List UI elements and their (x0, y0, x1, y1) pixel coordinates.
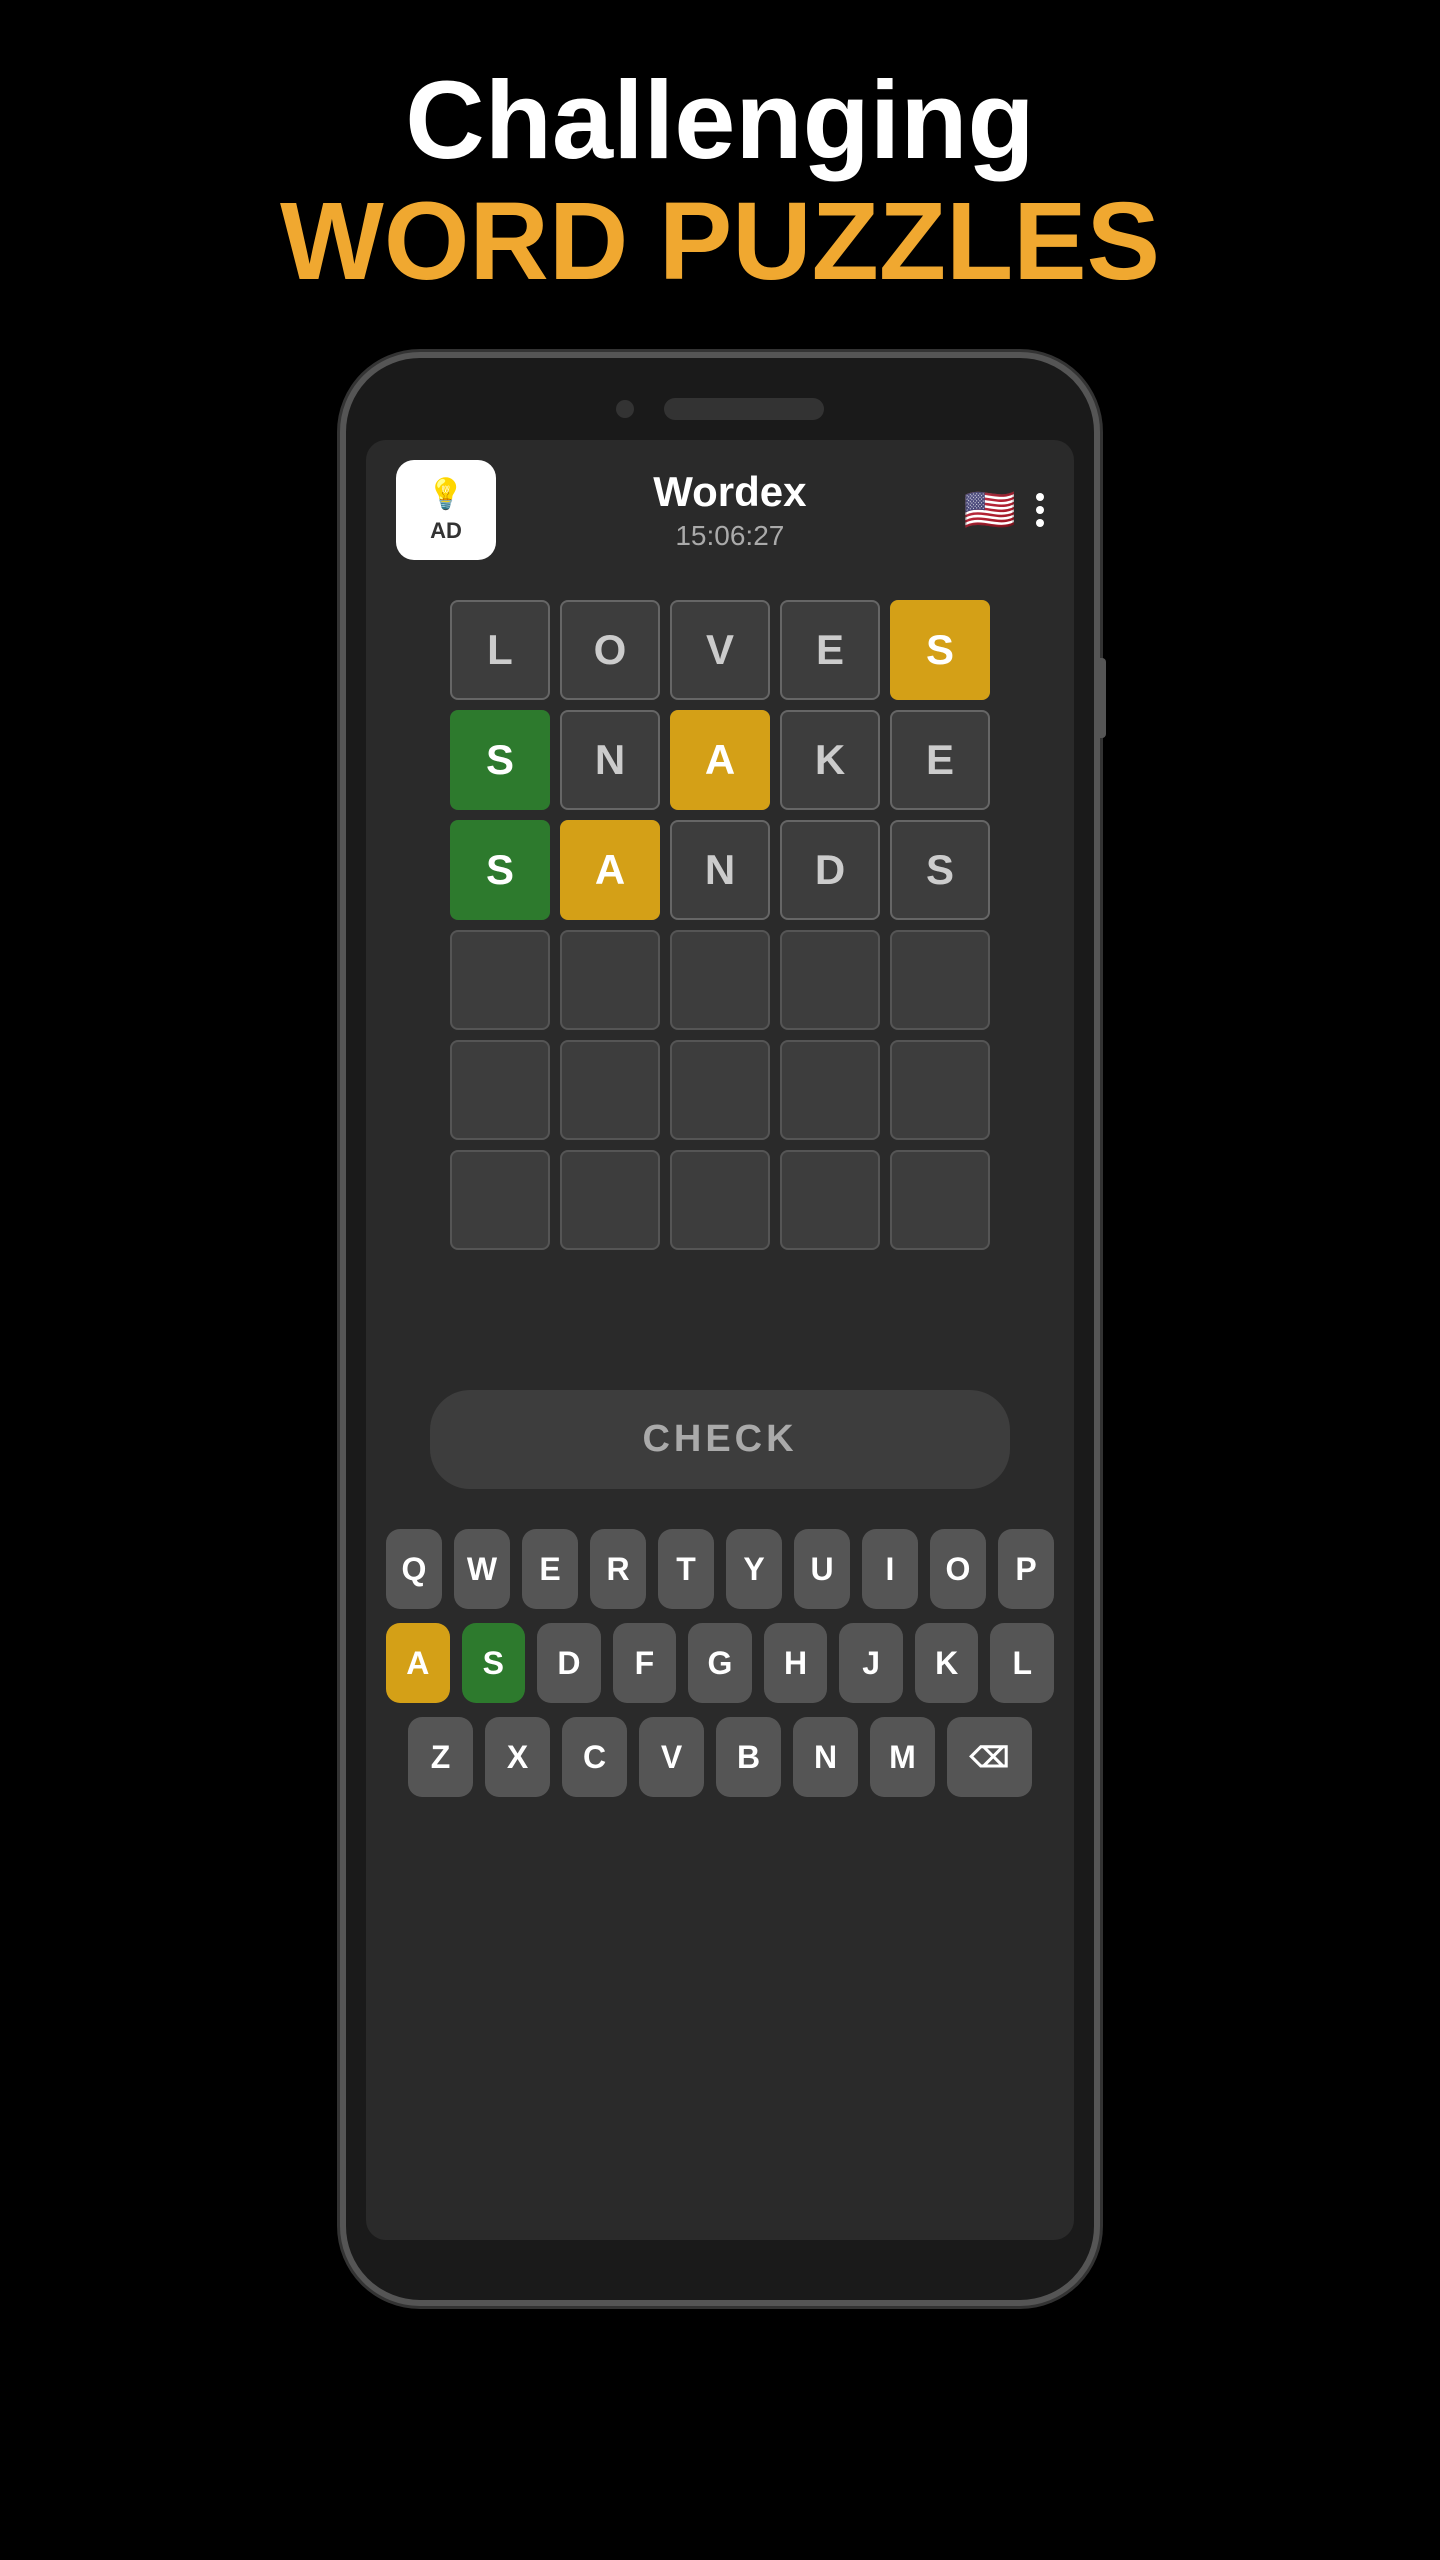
grid-cell: O (560, 600, 660, 700)
keyboard-key-s[interactable]: S (462, 1623, 526, 1703)
keyboard-key-j[interactable]: J (839, 1623, 903, 1703)
check-button[interactable]: CHECK (430, 1390, 1010, 1489)
grid-row (406, 930, 1034, 1030)
grid-cell (560, 1150, 660, 1250)
header-title-line2: WORD PUZZLES (0, 181, 1440, 302)
keyboard-key-e[interactable]: E (522, 1529, 578, 1609)
phone-frame: 💡 AD Wordex 15:06:27 🇺🇸 LOVESSNAKESANDS (340, 352, 1100, 2306)
keyboard-key-l[interactable]: L (990, 1623, 1054, 1703)
keyboard-key-u[interactable]: U (794, 1529, 850, 1609)
ad-button[interactable]: 💡 AD (396, 460, 496, 560)
keyboard-key-g[interactable]: G (688, 1623, 752, 1703)
grid-row: SANDS (406, 820, 1034, 920)
grid-cell (560, 1040, 660, 1140)
grid-cell (670, 930, 770, 1030)
grid-cell (780, 1150, 880, 1250)
grid-cell (890, 1040, 990, 1140)
keyboard-row: ZXCVBNM⌫ (386, 1717, 1054, 1797)
grid-cell: S (450, 710, 550, 810)
keyboard-key-x[interactable]: X (485, 1717, 550, 1797)
keyboard-key-r[interactable]: R (590, 1529, 646, 1609)
grid-cell: E (780, 600, 880, 700)
grid-cell (780, 930, 880, 1030)
grid-cell: N (670, 820, 770, 920)
grid-cell (450, 930, 550, 1030)
grid-cell: V (670, 600, 770, 700)
keyboard-key-m[interactable]: M (870, 1717, 935, 1797)
header-section: Challenging WORD PUZZLES (0, 0, 1440, 342)
grid-cell: A (670, 710, 770, 810)
grid-cell: D (780, 820, 880, 920)
keyboard-key-w[interactable]: W (454, 1529, 510, 1609)
grid-cell: A (560, 820, 660, 920)
speaker-bar (664, 398, 824, 420)
keyboard-key-y[interactable]: Y (726, 1529, 782, 1609)
keyboard-key-d[interactable]: D (537, 1623, 601, 1703)
keyboard-section: QWERTYUIOP ASDFGHJKL ZXCVBNM⌫ (366, 1509, 1074, 1841)
grid-row: LOVES (406, 600, 1034, 700)
keyboard-key-q[interactable]: Q (386, 1529, 442, 1609)
app-content: 💡 AD Wordex 15:06:27 🇺🇸 LOVESSNAKESANDS (366, 440, 1074, 2240)
ad-label: AD (430, 518, 462, 544)
grid-cell: S (890, 820, 990, 920)
grid-cell: S (890, 600, 990, 700)
grid-row: SNAKE (406, 710, 1034, 810)
keyboard-key-z[interactable]: Z (408, 1717, 473, 1797)
grid-row (406, 1040, 1034, 1140)
keyboard-key-h[interactable]: H (764, 1623, 828, 1703)
keyboard-key-f[interactable]: F (613, 1623, 677, 1703)
keyboard-key-k[interactable]: K (915, 1623, 979, 1703)
app-timer: 15:06:27 (653, 520, 806, 552)
flag-icon: 🇺🇸 (964, 486, 1016, 535)
grid-cell: S (450, 820, 550, 920)
keyboard-key-b[interactable]: B (716, 1717, 781, 1797)
menu-button[interactable] (1036, 493, 1044, 527)
keyboard-key-v[interactable]: V (639, 1717, 704, 1797)
keyboard-key-i[interactable]: I (862, 1529, 918, 1609)
game-grid: LOVESSNAKESANDS (366, 580, 1074, 1270)
check-section: CHECK (366, 1350, 1074, 1509)
grid-row (406, 1150, 1034, 1250)
keyboard-key-o[interactable]: O (930, 1529, 986, 1609)
header-title-line1: Challenging (0, 60, 1440, 181)
app-title: Wordex (653, 468, 806, 516)
grid-cell: E (890, 710, 990, 810)
app-header: 💡 AD Wordex 15:06:27 🇺🇸 (366, 440, 1074, 580)
grid-cell (670, 1150, 770, 1250)
keyboard-key-n[interactable]: N (793, 1717, 858, 1797)
grid-cell (780, 1040, 880, 1140)
grid-cell: L (450, 600, 550, 700)
bulb-icon: 💡 (427, 477, 464, 512)
app-title-section: Wordex 15:06:27 (653, 468, 806, 552)
grid-cell: K (780, 710, 880, 810)
keyboard-key-t[interactable]: T (658, 1529, 714, 1609)
grid-cell (670, 1040, 770, 1140)
grid-cell: N (560, 710, 660, 810)
app-header-right: 🇺🇸 (964, 486, 1044, 535)
phone-top-bar (346, 398, 1094, 420)
grid-cell (450, 1150, 550, 1250)
grid-cell (450, 1040, 550, 1140)
grid-cell (890, 930, 990, 1030)
grid-cell (890, 1150, 990, 1250)
grid-cell (560, 930, 660, 1030)
keyboard-row: ASDFGHJKL (386, 1623, 1054, 1703)
camera-dot (616, 400, 634, 418)
keyboard-row: QWERTYUIOP (386, 1529, 1054, 1609)
keyboard-key-⌫[interactable]: ⌫ (947, 1717, 1032, 1797)
keyboard-key-a[interactable]: A (386, 1623, 450, 1703)
keyboard-key-p[interactable]: P (998, 1529, 1054, 1609)
keyboard-key-c[interactable]: C (562, 1717, 627, 1797)
